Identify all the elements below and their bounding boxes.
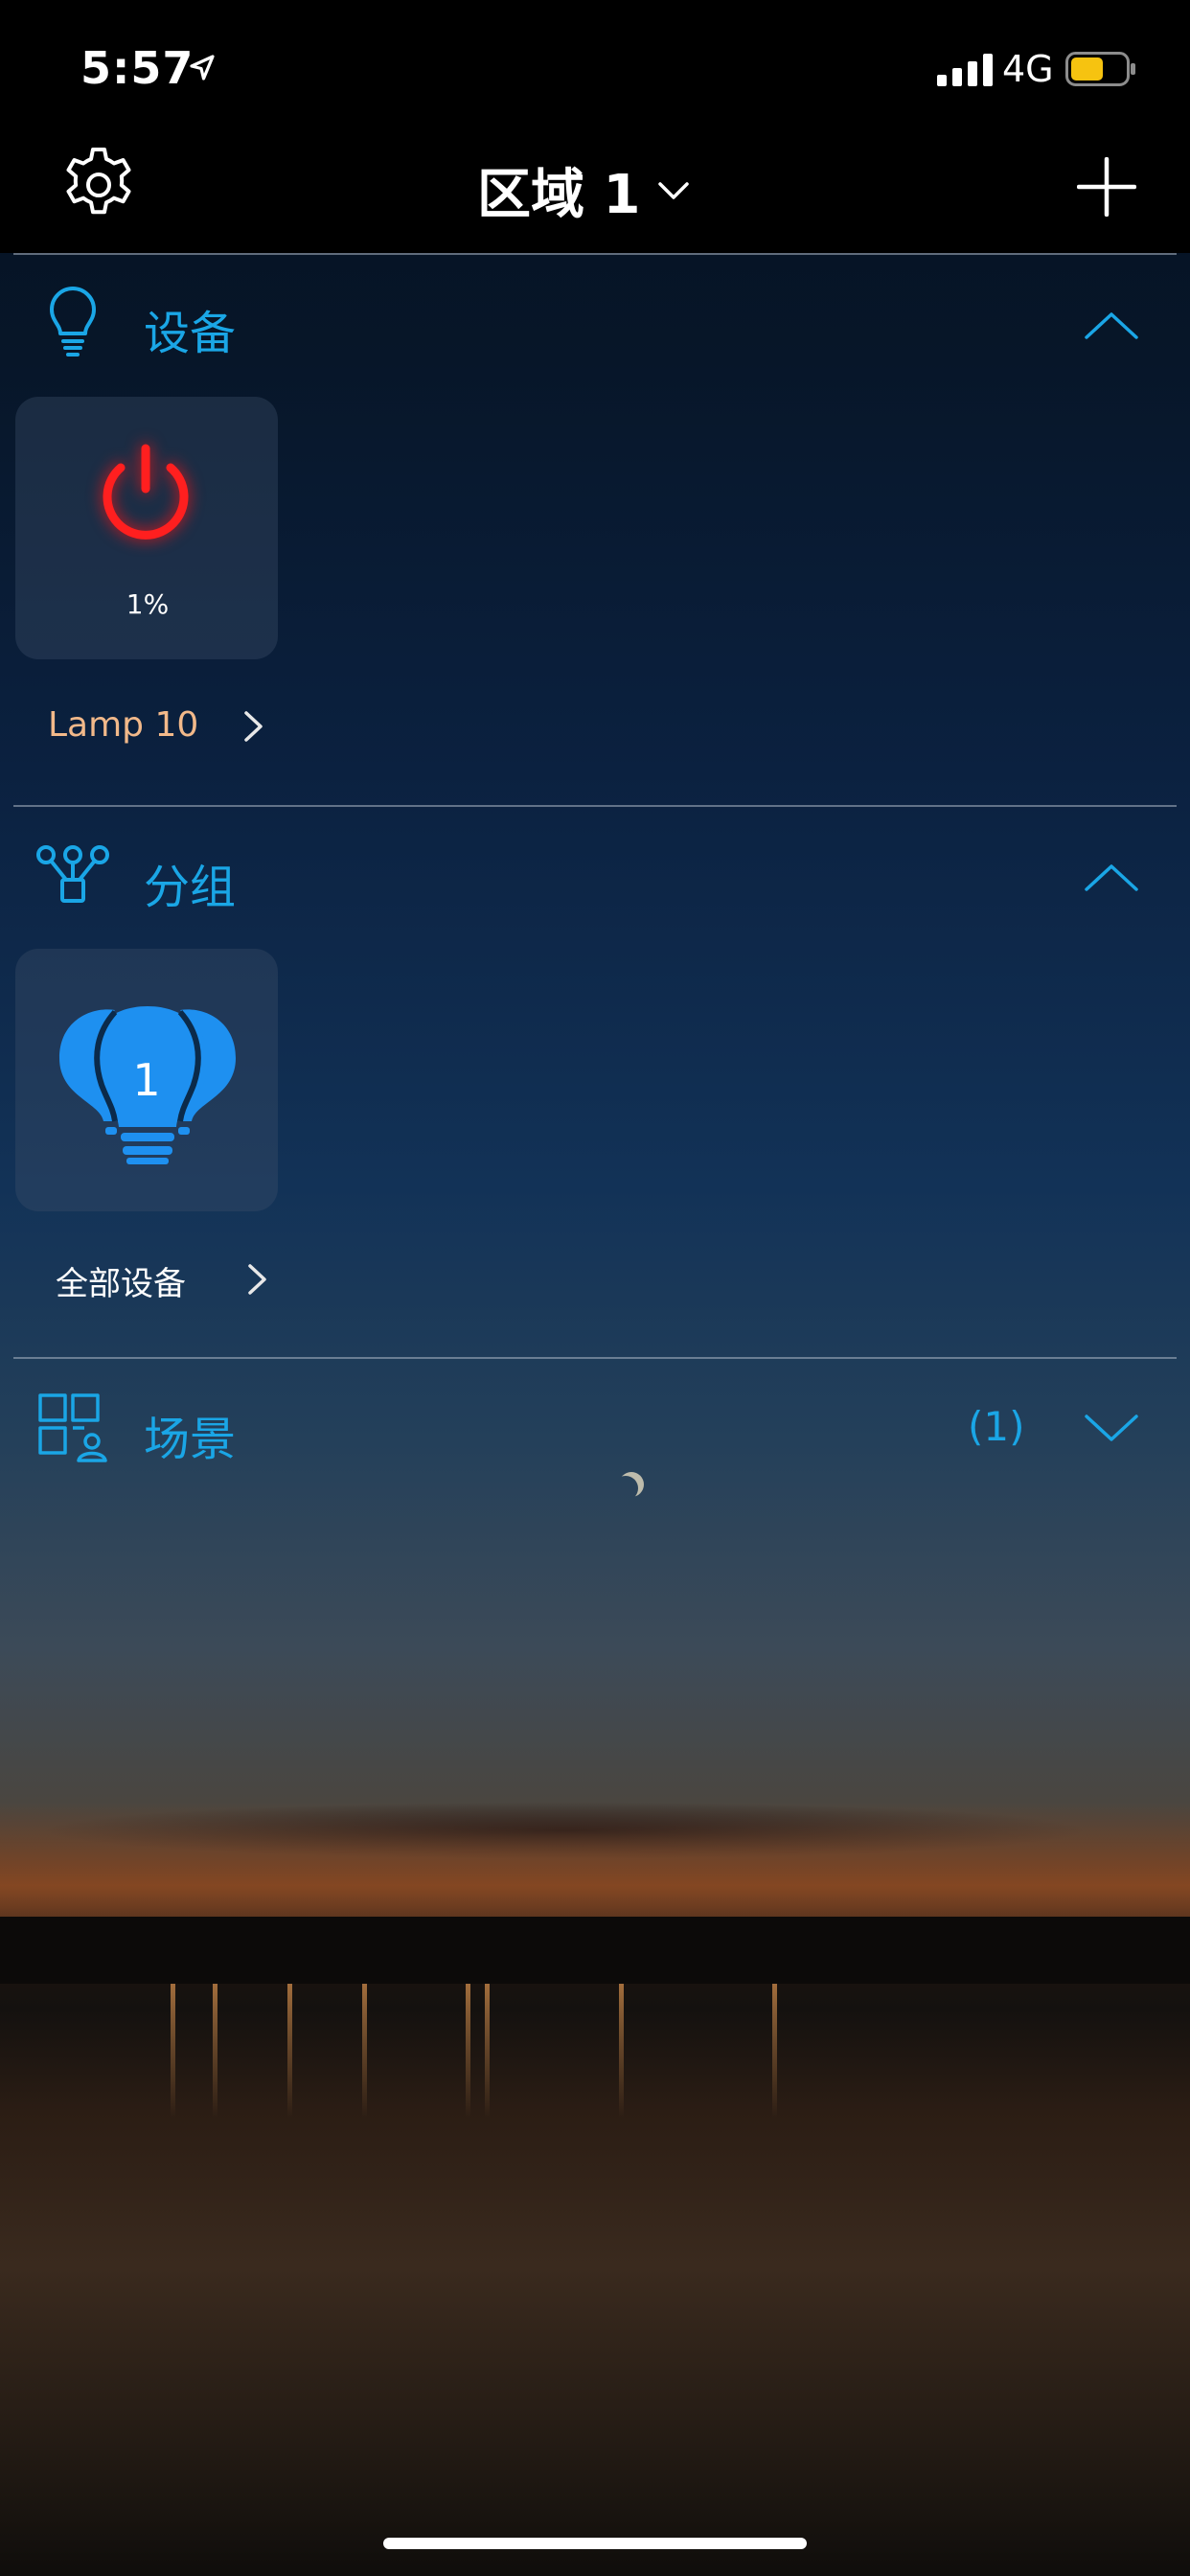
scene-grid-icon[interactable] — [34, 1390, 111, 1466]
background-shore — [0, 1917, 1190, 1984]
section-title-groups[interactable]: 分组 — [144, 849, 236, 916]
chevron-right-icon[interactable] — [243, 710, 264, 743]
background-light-reflection — [213, 1984, 217, 2118]
chevron-right-icon[interactable] — [247, 1263, 268, 1296]
status-time: 5:57 — [80, 42, 195, 94]
gear-icon[interactable] — [59, 146, 138, 224]
background-light-reflection — [466, 1984, 470, 2118]
background-light-reflection — [287, 1984, 292, 2118]
chevron-down-icon[interactable] — [657, 180, 690, 201]
chevron-down-icon[interactable] — [1083, 1413, 1140, 1445]
device-level-value: 1% — [126, 588, 170, 620]
home-indicator[interactable] — [383, 2538, 807, 2549]
divider — [13, 253, 1177, 255]
chevron-up-icon[interactable] — [1083, 861, 1140, 893]
scene-count-badge: (1) — [968, 1403, 1025, 1450]
background-moon — [613, 1476, 638, 1501]
carrier-label: 4G — [1002, 48, 1054, 90]
location-arrow-icon — [190, 55, 215, 80]
chevron-up-icon[interactable] — [1083, 309, 1140, 341]
signal-bars-icon — [937, 54, 993, 86]
background-light-reflection — [772, 1984, 777, 2118]
group-badge-number: 1 — [132, 1054, 161, 1106]
divider — [13, 805, 1177, 807]
background-light-reflection — [362, 1984, 367, 2118]
device-name-label[interactable]: Lamp 10 — [48, 705, 198, 745]
group-tree-icon[interactable] — [34, 840, 111, 916]
section-title-scenes[interactable]: 场景 — [144, 1401, 236, 1468]
background-light-reflection — [485, 1984, 490, 2118]
plus-icon[interactable] — [1077, 157, 1136, 217]
status-bar: 5:57 4G — [0, 0, 1190, 134]
power-icon[interactable] — [92, 439, 199, 546]
group-name-label[interactable]: 全部设备 — [56, 1257, 186, 1304]
battery-icon — [1065, 52, 1135, 86]
background-light-reflection — [619, 1984, 624, 2118]
background-light-reflection — [171, 1984, 175, 2118]
area-title[interactable]: 区域 1 — [477, 151, 640, 229]
lightbulb-outline-icon[interactable] — [34, 286, 111, 362]
divider — [13, 1357, 1177, 1359]
section-title-devices[interactable]: 设备 — [144, 295, 236, 362]
